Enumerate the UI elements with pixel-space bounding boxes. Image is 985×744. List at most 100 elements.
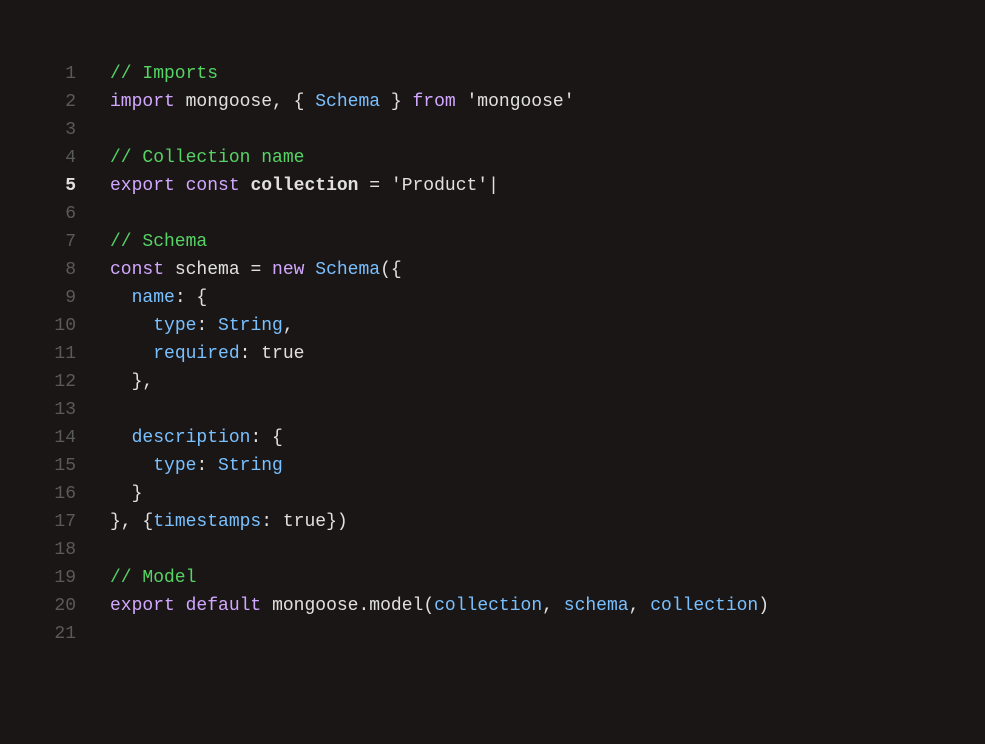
code-content[interactable]: }, {timestamps: true}) [110,508,935,536]
code-content[interactable]: const schema = new Schema({ [110,256,935,284]
code-content[interactable]: } [110,480,935,508]
code-line[interactable]: 21 [0,620,935,648]
line-number: 16 [0,480,110,508]
code-content[interactable]: // Model [110,564,935,592]
code-token: true [283,512,326,532]
code-content[interactable]: export default mongoose.model(collection… [110,592,935,620]
code-line[interactable]: 19// Model [0,564,935,592]
code-token [175,176,186,196]
code-token [110,456,153,476]
code-token [261,596,272,616]
code-content[interactable]: // Schema [110,228,935,256]
code-token: , [283,316,294,336]
code-token: collection [650,596,758,616]
code-token: 'mongoose' [467,92,575,112]
code-token [110,288,132,308]
code-token: }, [110,372,153,392]
code-line[interactable]: 17}, {timestamps: true}) [0,508,935,536]
code-line[interactable]: 16 } [0,480,935,508]
code-line[interactable]: 15 type: String [0,452,935,480]
code-token: : { [175,288,207,308]
code-content[interactable]: type: String [110,452,935,480]
code-line[interactable]: 18 [0,536,935,564]
line-number: 13 [0,396,110,424]
code-token: , { [272,92,315,112]
code-content[interactable]: import mongoose, { Schema } from 'mongoo… [110,88,935,116]
code-content[interactable]: required: true [110,340,935,368]
code-content[interactable]: type: String, [110,312,935,340]
code-token: export [110,176,175,196]
code-line[interactable]: 10 type: String, [0,312,935,340]
line-number: 10 [0,312,110,340]
line-number: 19 [0,564,110,592]
code-token: = [240,260,272,280]
code-line[interactable]: 8const schema = new Schema({ [0,256,935,284]
code-token [164,260,175,280]
line-number: 4 [0,144,110,172]
code-token: } [380,92,412,112]
line-number: 12 [0,368,110,396]
code-line[interactable]: 20export default mongoose.model(collecti… [0,592,935,620]
code-token [175,596,186,616]
line-number: 7 [0,228,110,256]
code-token: : [196,316,218,336]
code-line[interactable]: 3 [0,116,935,144]
code-token: // Schema [110,232,207,252]
code-token [110,316,153,336]
code-token: from [412,92,455,112]
code-token [110,344,153,364]
code-token: | [488,176,499,196]
code-token: collection [250,176,358,196]
code-content[interactable]: // Collection name [110,144,935,172]
code-content[interactable]: export const collection = 'Product'| [110,172,935,200]
code-line[interactable]: 9 name: { [0,284,935,312]
code-token: }) [326,512,348,532]
code-token: Schema [315,260,380,280]
code-token: required [153,344,239,364]
code-token: String [218,316,283,336]
code-token: // Model [110,568,196,588]
code-line[interactable]: 12 }, [0,368,935,396]
line-number: 15 [0,452,110,480]
code-token: schema [564,596,629,616]
code-line[interactable]: 6 [0,200,935,228]
code-line[interactable]: 2import mongoose, { Schema } from 'mongo… [0,88,935,116]
code-token: 'Product' [391,176,488,196]
code-token: , [629,596,651,616]
code-line[interactable]: 14 description: { [0,424,935,452]
code-token: Schema [315,92,380,112]
code-token: ({ [380,260,402,280]
code-line[interactable]: 4// Collection name [0,144,935,172]
code-token: : [196,456,218,476]
code-content[interactable]: description: { [110,424,935,452]
line-number: 6 [0,200,110,228]
line-number: 11 [0,340,110,368]
code-token: , [542,596,564,616]
code-content[interactable]: // Imports [110,60,935,88]
code-token [110,428,132,448]
code-content[interactable]: }, [110,368,935,396]
code-content[interactable]: name: { [110,284,935,312]
code-token: ( [423,596,434,616]
code-token [304,260,315,280]
code-editor[interactable]: 1// Imports2import mongoose, { Schema } … [0,0,985,708]
line-number: 8 [0,256,110,284]
code-line[interactable]: 1// Imports [0,60,935,88]
code-token: . [358,596,369,616]
code-token: default [186,596,262,616]
code-token: = [358,176,390,196]
line-number: 20 [0,592,110,620]
code-token: } [110,484,142,504]
code-line[interactable]: 13 [0,396,935,424]
code-token: : { [250,428,282,448]
code-token: : [240,344,262,364]
code-line[interactable]: 5export const collection = 'Product'| [0,172,935,200]
code-token: String [218,456,283,476]
line-number: 2 [0,88,110,116]
code-line[interactable]: 11 required: true [0,340,935,368]
line-number: 1 [0,60,110,88]
code-line[interactable]: 7// Schema [0,228,935,256]
code-token: schema [175,260,240,280]
line-number: 3 [0,116,110,144]
code-token: }, { [110,512,153,532]
